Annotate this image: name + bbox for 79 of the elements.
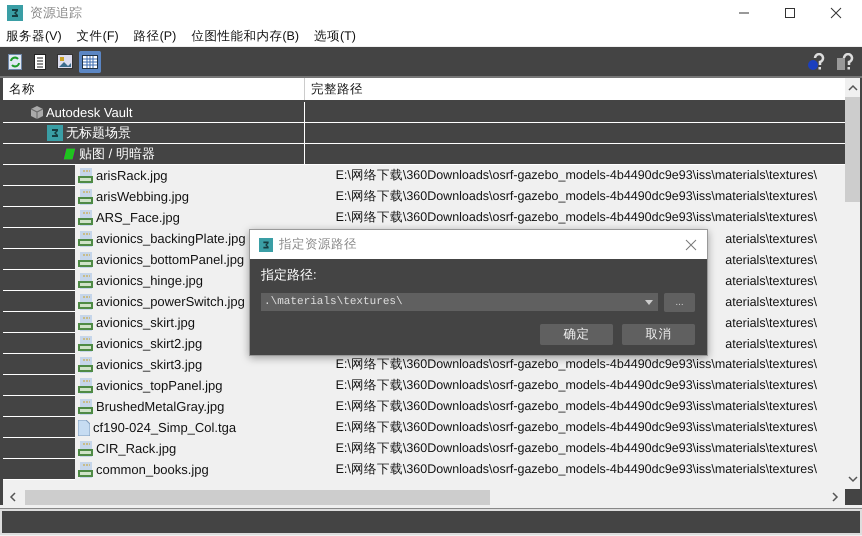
image-file-icon <box>78 314 93 330</box>
image-file-icon <box>78 230 93 246</box>
path-label: 指定路径: <box>261 266 318 284</box>
file-name: cf190-024_Simp_Col.tga <box>93 420 236 435</box>
window-title: 资源追踪 <box>30 4 82 22</box>
image-file-icon <box>78 356 93 372</box>
image-file-icon <box>78 210 93 226</box>
image-file-icon <box>78 336 93 352</box>
file-path: E:\网络下载\360Downloads\osrf-gazebo_models-4b4490dc9e93\iss\materials\textures\ <box>336 188 817 205</box>
app-logo-icon <box>259 238 273 252</box>
menu-item[interactable]: 选项(T) <box>314 28 356 44</box>
grid-view-button[interactable] <box>79 50 101 72</box>
file-name: avionics_hinge.jpg <box>96 273 203 288</box>
scrollbar-thumb[interactable] <box>25 490 490 504</box>
file-path: aterials\textures\ <box>725 316 817 330</box>
dialog-button[interactable]: 取消 <box>622 324 695 345</box>
file-path: aterials\textures\ <box>725 274 817 288</box>
column-header[interactable]: 完整路径 <box>305 78 845 100</box>
scroll-left-icon[interactable] <box>9 492 17 502</box>
path-dropdown[interactable]: .\materials\textures\ <box>261 293 658 311</box>
file-name: avionics_skirt2.jpg <box>96 336 202 351</box>
file-path: aterials\textures\ <box>725 252 817 266</box>
menu-item[interactable]: 文件(F) <box>76 28 119 44</box>
file-path: E:\网络下载\360Downloads\osrf-gazebo_models-4b4490dc9e93\iss\materials\textures\ <box>336 356 817 373</box>
file-name: CIR_Rack.jpg <box>96 441 176 456</box>
menu-item[interactable]: 服务器(V) <box>6 28 62 44</box>
image-file-icon <box>78 398 93 414</box>
file-name: avionics_bottomPanel.jpg <box>96 252 244 267</box>
file-path: aterials\textures\ <box>725 232 817 246</box>
map-icon <box>63 148 76 160</box>
image-file-icon <box>78 462 93 478</box>
file-name: ARS_Face.jpg <box>96 210 180 225</box>
scroll-right-icon[interactable] <box>831 492 839 502</box>
browse-button[interactable]: ... <box>664 293 695 312</box>
scroll-down-icon[interactable] <box>848 475 858 483</box>
dropdown-arrow-icon[interactable] <box>645 300 653 304</box>
file-path: aterials\textures\ <box>725 294 817 308</box>
file-name: avionics_backingPlate.jpg <box>96 231 246 246</box>
image-file-icon <box>78 440 93 456</box>
close-icon[interactable] <box>830 7 842 19</box>
image-file-icon <box>78 294 93 310</box>
image-file-icon <box>78 378 93 394</box>
image-file-icon <box>78 168 93 184</box>
scrollbar-thumb[interactable] <box>845 97 860 202</box>
help-icon[interactable] <box>836 52 854 70</box>
file-path: E:\网络下载\360Downloads\osrf-gazebo_models-4b4490dc9e93\iss\materials\textures\ <box>336 209 817 226</box>
file-name: avionics_powerSwitch.jpg <box>96 294 245 309</box>
file-name: avionics_topPanel.jpg <box>96 378 222 393</box>
file-name: avionics_skirt3.jpg <box>96 357 202 372</box>
file-name: common_books.jpg <box>96 462 209 477</box>
cube-icon <box>31 106 43 118</box>
file-name: arisRack.jpg <box>96 168 168 183</box>
image-file-icon <box>78 272 93 288</box>
app-logo-icon <box>47 125 63 141</box>
column-header[interactable]: 名称 <box>3 78 305 100</box>
scroll-up-icon[interactable] <box>848 84 858 92</box>
file-name: 贴图 / 明暗器 <box>79 145 155 163</box>
file-path: E:\网络下载\360Downloads\osrf-gazebo_models-4b4490dc9e93\iss\materials\textures\ <box>336 419 817 436</box>
file-path: E:\网络下载\360Downloads\osrf-gazebo_models-4b4490dc9e93\iss\materials\textures\ <box>336 440 817 457</box>
image-file-icon <box>78 252 93 268</box>
file-name: avionics_skirt.jpg <box>96 315 195 330</box>
menu-item[interactable]: 位图性能和内存(B) <box>191 28 299 44</box>
image-file-icon <box>78 188 93 204</box>
file-path: E:\网络下载\360Downloads\osrf-gazebo_models-4b4490dc9e93\iss\materials\textures\ <box>336 377 817 394</box>
dialog-title: 指定资源路径 <box>279 236 357 253</box>
file-name: Autodesk Vault <box>46 104 132 120</box>
file-path: E:\网络下载\360Downloads\osrf-gazebo_models-4b4490dc9e93\iss\materials\textures\ <box>336 167 817 184</box>
file-path: E:\网络下载\360Downloads\osrf-gazebo_models-4b4490dc9e93\iss\materials\textures\ <box>336 398 817 415</box>
dialog-button[interactable]: 确定 <box>540 324 613 345</box>
maximize-icon[interactable] <box>784 7 796 19</box>
file-name: arisWebbing.jpg <box>96 189 189 204</box>
app-logo-icon <box>7 5 23 21</box>
file-name: 无标题场景 <box>66 124 131 142</box>
help-icon[interactable] <box>807 52 825 70</box>
file-path: E:\网络下载\360Downloads\osrf-gazebo_models-4b4490dc9e93\iss\materials\textures\ <box>336 461 817 478</box>
menu-item[interactable]: 路径(P) <box>134 28 176 44</box>
file-icon <box>78 420 90 436</box>
file-name: BrushedMetalGray.jpg <box>96 399 224 414</box>
file-path: aterials\textures\ <box>725 336 817 350</box>
